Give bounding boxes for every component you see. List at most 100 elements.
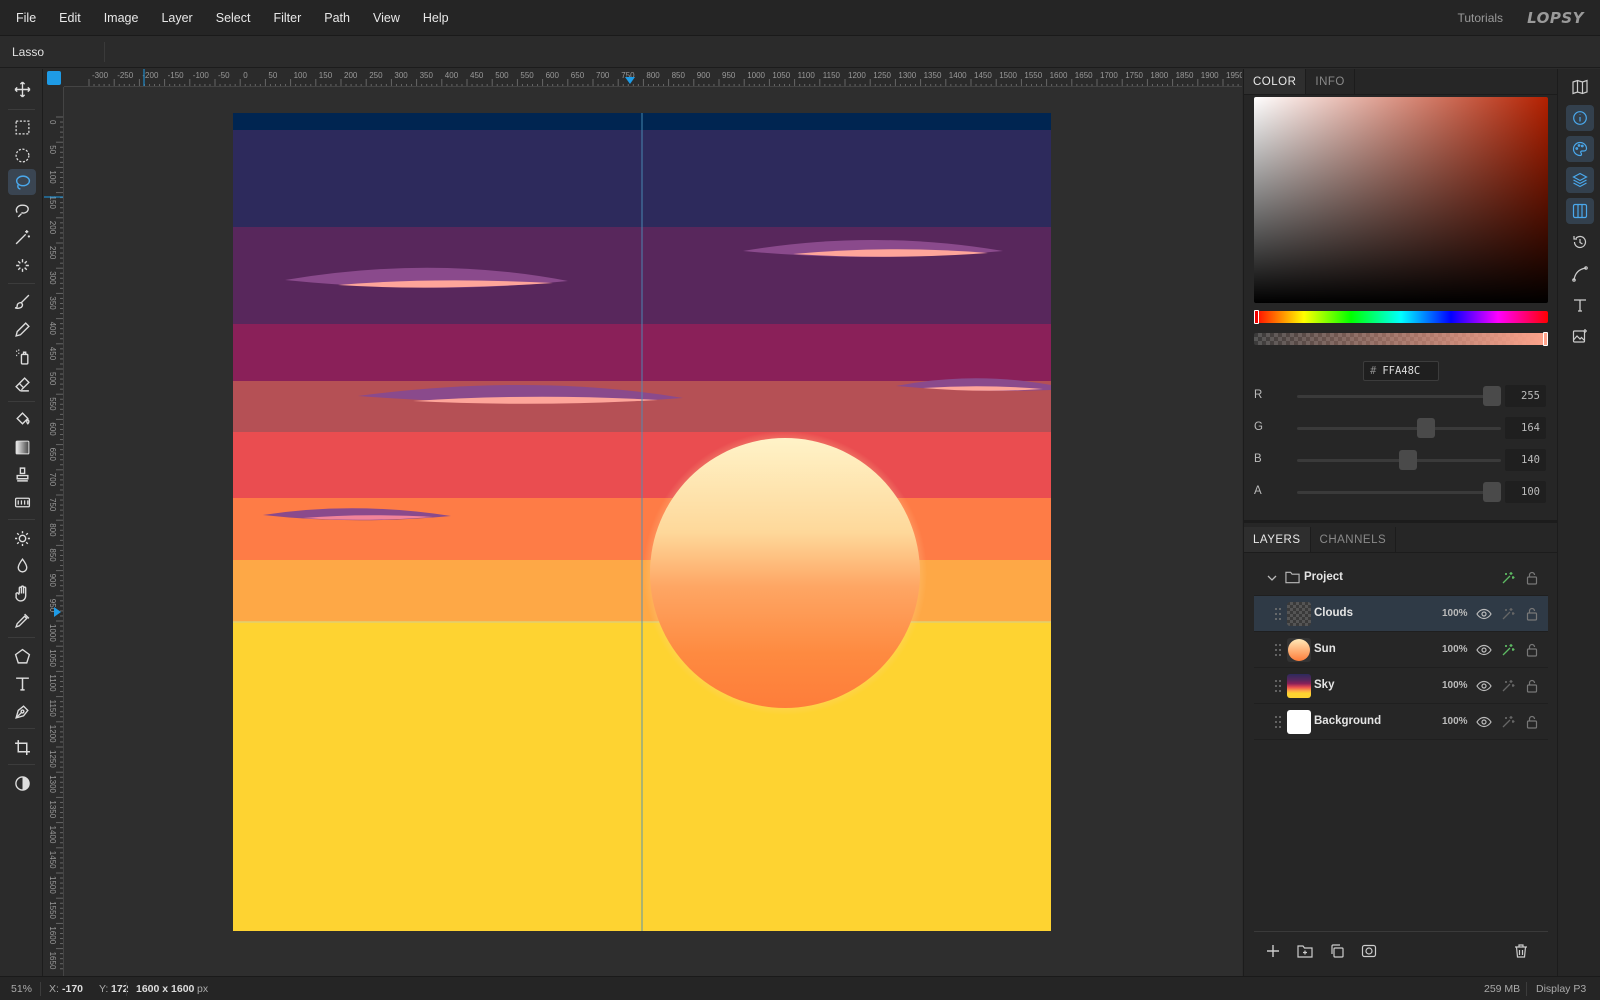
layer-row-background[interactable]: Background 100% bbox=[1254, 704, 1548, 740]
effects-icon[interactable] bbox=[1500, 714, 1516, 730]
pattern-tool[interactable] bbox=[8, 489, 36, 515]
color-panel-button[interactable] bbox=[1566, 136, 1594, 162]
character-panel-button[interactable] bbox=[1566, 292, 1594, 318]
move-tool[interactable] bbox=[8, 76, 36, 102]
object-select-tool[interactable] bbox=[8, 252, 36, 278]
pencil-tool[interactable] bbox=[8, 316, 36, 342]
lock-icon[interactable] bbox=[1524, 714, 1540, 730]
layer-row-sun[interactable]: Sun 100% bbox=[1254, 632, 1548, 668]
eyedropper-tool[interactable] bbox=[8, 607, 36, 633]
menu-file[interactable]: File bbox=[16, 11, 36, 25]
menu-path[interactable]: Path bbox=[324, 11, 350, 25]
lock-icon[interactable] bbox=[1524, 678, 1540, 694]
layer-row-sky[interactable]: Sky 100% bbox=[1254, 668, 1548, 704]
menu-help[interactable]: Help bbox=[423, 11, 449, 25]
smudge-tool[interactable] bbox=[8, 580, 36, 606]
menu-edit[interactable]: Edit bbox=[59, 11, 81, 25]
document-canvas[interactable] bbox=[233, 113, 1051, 931]
drag-handle-icon[interactable] bbox=[1274, 607, 1282, 621]
stamp-tool[interactable] bbox=[8, 461, 36, 487]
effects-icon[interactable] bbox=[1500, 642, 1516, 658]
effects-icon[interactable] bbox=[1500, 606, 1516, 622]
tutorials-link[interactable]: Tutorials bbox=[1457, 11, 1503, 25]
delete-layer-button[interactable] bbox=[1511, 941, 1531, 961]
hue-slider[interactable] bbox=[1254, 311, 1548, 323]
channel-thumb[interactable] bbox=[1483, 386, 1501, 406]
drag-handle-icon[interactable] bbox=[1274, 643, 1282, 657]
hex-input[interactable]: # FFA48C bbox=[1363, 361, 1439, 381]
crop-tool[interactable] bbox=[8, 734, 36, 760]
magic-wand-tool[interactable] bbox=[8, 224, 36, 250]
channel-value[interactable]: 164 bbox=[1505, 417, 1546, 439]
channel-track[interactable] bbox=[1297, 395, 1501, 398]
eye-icon[interactable] bbox=[1476, 642, 1492, 658]
alpha-slider-handle[interactable] bbox=[1543, 332, 1548, 346]
add-group-button[interactable] bbox=[1295, 941, 1315, 961]
layer-group-project[interactable]: Project bbox=[1254, 560, 1548, 596]
effects-icon[interactable] bbox=[1500, 570, 1516, 586]
text-tool[interactable] bbox=[8, 670, 36, 696]
channel-thumb[interactable] bbox=[1399, 450, 1418, 470]
layers-panel-button[interactable] bbox=[1566, 167, 1594, 193]
color-profile[interactable]: Display P3 bbox=[1536, 983, 1586, 995]
tab-channels[interactable]: CHANNELS bbox=[1311, 527, 1397, 552]
lock-icon[interactable] bbox=[1524, 642, 1540, 658]
lasso-tool[interactable] bbox=[8, 169, 36, 195]
sharpen-tool[interactable] bbox=[8, 525, 36, 551]
navigator-button[interactable] bbox=[1566, 74, 1594, 100]
eye-icon[interactable] bbox=[1476, 714, 1492, 730]
menu-view[interactable]: View bbox=[373, 11, 400, 25]
shape-tool[interactable] bbox=[8, 643, 36, 669]
menu-filter[interactable]: Filter bbox=[273, 11, 301, 25]
alpha-slider[interactable] bbox=[1254, 333, 1548, 345]
duplicate-layer-button[interactable] bbox=[1327, 941, 1347, 961]
eraser-tool[interactable] bbox=[8, 371, 36, 397]
history-panel-button[interactable] bbox=[1566, 229, 1594, 255]
add-layer-button[interactable] bbox=[1263, 941, 1283, 961]
eye-icon[interactable] bbox=[1476, 606, 1492, 622]
hue-slider-handle[interactable] bbox=[1254, 310, 1259, 324]
canvas-workspace[interactable] bbox=[64, 87, 1242, 976]
tab-layers[interactable]: LAYERS bbox=[1244, 527, 1311, 552]
blur-tool[interactable] bbox=[8, 552, 36, 578]
gradient-tool[interactable] bbox=[8, 434, 36, 460]
layer-opacity[interactable]: 100% bbox=[1442, 680, 1468, 691]
tab-info[interactable]: INFO bbox=[1306, 69, 1355, 94]
color-saturation-field[interactable] bbox=[1254, 97, 1548, 303]
ellipse-select-tool[interactable] bbox=[8, 142, 36, 168]
channel-value[interactable]: 140 bbox=[1505, 449, 1546, 471]
ruler-origin-marker[interactable] bbox=[47, 71, 61, 85]
channel-track[interactable] bbox=[1297, 491, 1501, 494]
effects-icon[interactable] bbox=[1500, 678, 1516, 694]
lock-icon[interactable] bbox=[1524, 606, 1540, 622]
layer-opacity[interactable]: 100% bbox=[1442, 716, 1468, 727]
channel-value[interactable]: 255 bbox=[1505, 385, 1546, 407]
channel-track[interactable] bbox=[1297, 427, 1501, 430]
drag-handle-icon[interactable] bbox=[1274, 715, 1282, 729]
layer-opacity[interactable]: 100% bbox=[1442, 608, 1468, 619]
horizontal-ruler[interactable]: -300 -250 -200 -150 -100 -50 0 50 100 150 200 250 30… bbox=[64, 69, 1242, 87]
channel-thumb[interactable] bbox=[1416, 418, 1435, 438]
magnetic-lasso-tool[interactable] bbox=[8, 197, 36, 223]
channel-value[interactable]: 100 bbox=[1505, 481, 1546, 503]
image-panel-button[interactable] bbox=[1566, 323, 1594, 349]
lock-icon[interactable] bbox=[1524, 570, 1540, 586]
paths-panel-button[interactable] bbox=[1566, 261, 1594, 287]
channel-thumb[interactable] bbox=[1483, 482, 1501, 502]
channels-panel-button[interactable] bbox=[1566, 198, 1594, 224]
zoom-level[interactable]: 51% bbox=[11, 983, 32, 995]
info-panel-button[interactable] bbox=[1566, 105, 1594, 131]
fill-tool[interactable] bbox=[8, 406, 36, 432]
rect-select-tool[interactable] bbox=[8, 114, 36, 140]
layer-opacity[interactable]: 100% bbox=[1442, 644, 1468, 655]
spray-tool[interactable] bbox=[8, 343, 36, 369]
chevron-down-icon[interactable] bbox=[1267, 573, 1277, 583]
eye-icon[interactable] bbox=[1476, 678, 1492, 694]
layer-row-clouds[interactable]: Clouds 100% bbox=[1254, 596, 1548, 632]
guide-marker[interactable] bbox=[625, 77, 635, 84]
menu-select[interactable]: Select bbox=[216, 11, 251, 25]
drag-handle-icon[interactable] bbox=[1274, 679, 1282, 693]
vertical-ruler[interactable]: 0 50 100 150 200 250 300 350 400 450 500 550 600 650 7… bbox=[44, 87, 64, 976]
mask-layer-button[interactable] bbox=[1359, 941, 1379, 961]
tab-color[interactable]: COLOR bbox=[1244, 69, 1307, 94]
